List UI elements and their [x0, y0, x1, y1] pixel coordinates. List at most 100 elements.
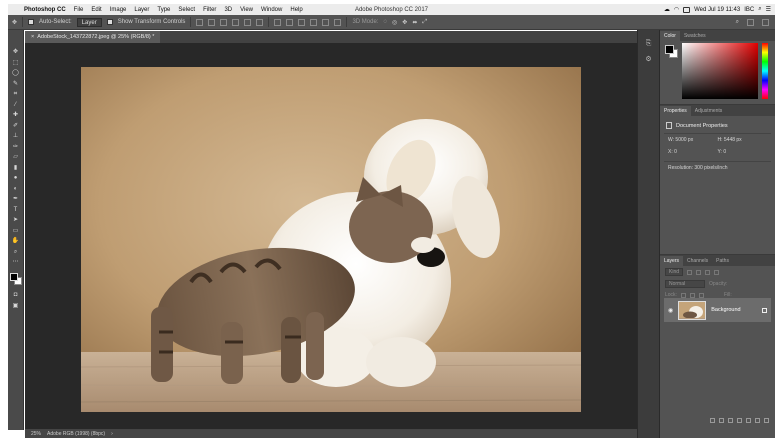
tab-color[interactable]: Color	[660, 31, 680, 41]
foreground-color[interactable]	[9, 272, 18, 281]
share-icon[interactable]	[762, 18, 769, 26]
align-right-icon[interactable]	[256, 18, 264, 26]
align-hcenter-icon[interactable]	[244, 18, 252, 26]
menu-image[interactable]: Image	[106, 7, 131, 13]
x-value[interactable]: X: 0	[668, 149, 718, 155]
color-profile[interactable]: Adobe RGB (1998) (8bpc)	[47, 431, 105, 437]
color-picker-field[interactable]	[682, 43, 758, 99]
menu-window[interactable]: Window	[257, 7, 286, 13]
height-value[interactable]: H: 5448 px	[718, 137, 768, 143]
filter-type-icon[interactable]	[705, 269, 711, 275]
menu-photoshop[interactable]: Photoshop CC	[20, 7, 70, 13]
tab-properties[interactable]: Properties	[660, 106, 691, 116]
distribute-vcenter-icon[interactable]	[286, 18, 294, 26]
hand-tool-icon[interactable]: ✋	[11, 237, 20, 245]
eye-icon[interactable]: ◉	[668, 307, 673, 314]
menu-3d[interactable]: 3D	[220, 7, 236, 13]
zoom-tool-icon[interactable]: ⌕	[11, 248, 20, 256]
lock-icon[interactable]	[762, 307, 767, 313]
tab-channels[interactable]: Channels	[683, 256, 712, 266]
tab-paths[interactable]: Paths	[712, 256, 733, 266]
align-left-icon[interactable]	[232, 18, 240, 26]
document-image[interactable]	[81, 67, 581, 412]
gradient-tool-icon[interactable]: ▮	[11, 164, 20, 172]
align-bottom-icon[interactable]	[220, 18, 228, 26]
tab-swatches[interactable]: Swatches	[680, 31, 710, 41]
menu-help[interactable]: Help	[286, 7, 306, 13]
align-vcenter-icon[interactable]	[208, 18, 216, 26]
new-group-icon[interactable]	[746, 418, 751, 423]
layer-name[interactable]: Background	[711, 307, 740, 313]
tab-adjustments[interactable]: Adjustments	[691, 106, 727, 116]
search-icon[interactable]: ⌕	[736, 19, 739, 26]
lock-all-icon[interactable]	[698, 292, 704, 298]
document-tab[interactable]: × AdobeStock_143722872.jpeg @ 25% (RGB/8)…	[25, 31, 161, 43]
quick-select-tool-icon[interactable]: ✎	[11, 80, 20, 88]
blur-tool-icon[interactable]: ●	[11, 174, 20, 182]
new-layer-icon[interactable]	[755, 418, 760, 423]
width-value[interactable]: W: 5000 px	[668, 137, 718, 143]
history-icon[interactable]: ⎘	[644, 40, 654, 49]
link-layers-icon[interactable]	[710, 418, 715, 423]
blend-mode-select[interactable]: Normal	[665, 280, 705, 288]
auto-select-dropdown[interactable]: Layer	[76, 17, 102, 27]
healing-brush-tool-icon[interactable]: ✚	[11, 111, 20, 119]
status-arrow-icon[interactable]: ›	[111, 431, 113, 437]
auto-select-checkbox[interactable]	[28, 19, 35, 25]
align-top-icon[interactable]	[196, 18, 204, 26]
close-icon[interactable]: ×	[31, 34, 34, 40]
distribute-bottom-icon[interactable]	[298, 18, 306, 26]
menu-view[interactable]: View	[236, 7, 257, 13]
menu-select[interactable]: Select	[174, 7, 199, 13]
history-brush-tool-icon[interactable]: ✑	[11, 143, 20, 151]
distribute-top-icon[interactable]	[274, 18, 282, 26]
zoom-level[interactable]: 25%	[31, 431, 41, 437]
menu-type[interactable]: Type	[153, 7, 174, 13]
filter-pixel-icon[interactable]	[687, 269, 693, 275]
eraser-tool-icon[interactable]: ▱	[11, 153, 20, 161]
transform-controls-checkbox[interactable]	[106, 19, 113, 25]
foreground-swatch[interactable]	[665, 45, 674, 54]
layer-style-icon[interactable]	[719, 418, 724, 423]
y-value[interactable]: Y: 0	[718, 149, 768, 155]
move-tool-icon[interactable]: ✥	[11, 48, 20, 56]
workspace-icon[interactable]	[747, 18, 754, 26]
distribute-hcenter-icon[interactable]	[322, 18, 330, 26]
hue-slider[interactable]	[762, 43, 768, 99]
filter-adjustment-icon[interactable]	[696, 269, 702, 275]
distribute-left-icon[interactable]	[310, 18, 318, 26]
tab-layers[interactable]: Layers	[660, 256, 684, 266]
trash-icon[interactable]	[764, 418, 769, 423]
3d-pan-icon[interactable]: ✥	[402, 19, 407, 26]
dodge-tool-icon[interactable]: ◐	[11, 185, 20, 193]
rectangle-tool-icon[interactable]: ▭	[11, 227, 20, 235]
layer-kind-filter[interactable]: Kind	[665, 268, 684, 276]
path-select-tool-icon[interactable]: ➤	[11, 216, 20, 224]
type-tool-icon[interactable]: T	[11, 206, 20, 214]
battery-icon[interactable]	[683, 6, 691, 13]
canvas-area[interactable]	[25, 43, 637, 429]
wifi-icon[interactable]: ◠	[674, 6, 679, 13]
lock-position-icon[interactable]	[689, 292, 695, 298]
lasso-tool-icon[interactable]: ◯	[11, 69, 20, 77]
marquee-tool-icon[interactable]: ⬚	[11, 59, 20, 67]
color-swatches[interactable]	[9, 272, 22, 285]
3d-orbit-icon[interactable]: ◌	[383, 19, 387, 25]
3d-scale-icon[interactable]: ⤢	[422, 19, 427, 26]
user-name[interactable]: IBC	[744, 7, 754, 13]
layer-thumbnail[interactable]	[678, 300, 707, 320]
notification-icon[interactable]: ☰	[766, 6, 771, 13]
screen-mode-icon[interactable]: ▣	[11, 302, 20, 310]
menu-file[interactable]: File	[70, 7, 88, 13]
quick-mask-icon[interactable]: ◘	[11, 291, 20, 299]
menu-layer[interactable]: Layer	[130, 7, 153, 13]
menu-edit[interactable]: Edit	[87, 7, 105, 13]
menu-filter[interactable]: Filter	[199, 7, 220, 13]
brush-tool-icon[interactable]: ✐	[11, 122, 20, 130]
adjustment-layer-icon[interactable]	[737, 418, 742, 423]
3d-roll-icon[interactable]: ◎	[392, 19, 397, 26]
crop-tool-icon[interactable]: ⌗	[11, 90, 20, 98]
clock[interactable]: Wed Jul 19 11:43	[694, 7, 740, 13]
move-tool-icon[interactable]: ✥	[12, 19, 17, 26]
lock-pixels-icon[interactable]	[680, 292, 686, 298]
